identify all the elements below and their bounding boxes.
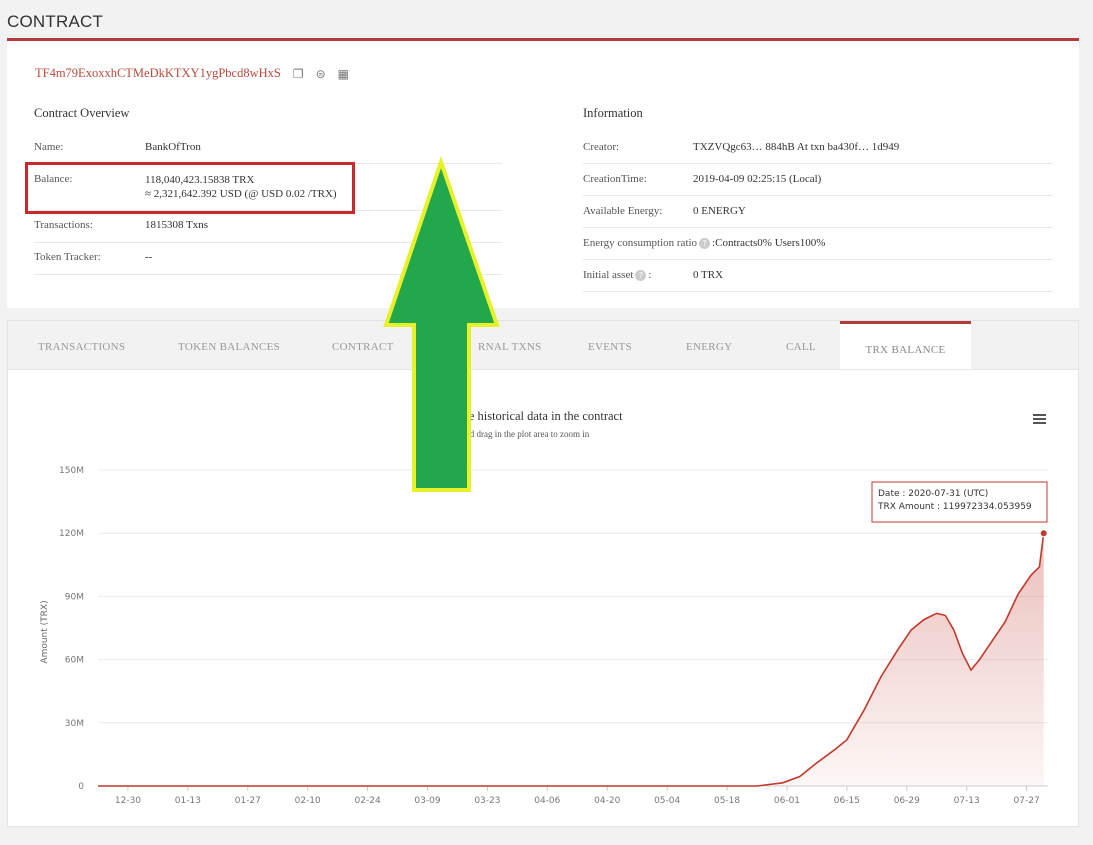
y-tick-label: 150M [59,466,84,476]
balance-chart[interactable]: Amount (TRX) 0 30M 60M 90M 120M 150M 12-30 01-… [0,0,1093,845]
hovered-point[interactable] [1039,529,1048,538]
tooltip-date: Date : 2020-07-31 (UTC) [878,489,988,499]
y-tick-label: 120M [59,529,84,539]
x-tick-label: 02-10 [295,796,321,806]
y-tick-label: 60M [65,656,84,666]
y-tick-label: 30M [65,719,84,729]
x-tick-label: 04-20 [594,796,620,806]
x-axis-ticks: 12-30 01-13 01-27 02-10 02-24 03-09 03-23 04-06… [115,786,1040,806]
x-tick-label: 04-06 [534,796,560,806]
tooltip-amount: TRX Amount : 119972334.053959 [877,502,1032,512]
tooltip: Date : 2020-07-31 (UTC) TRX Amount : 119… [871,481,1048,523]
x-tick-label: 02-24 [355,796,381,806]
x-tick-label: 06-15 [834,796,860,806]
x-tick-label: 05-04 [654,796,680,806]
y-tick-label: 90M [65,592,84,602]
x-tick-label: 12-30 [115,796,141,806]
y-tick-label: 0 [78,782,84,792]
y-axis-label: Amount (TRX) [40,600,50,663]
x-tick-label: 07-13 [954,796,980,806]
y-axis-ticks: 0 30M 60M 90M 120M 150M [59,466,84,792]
x-tick-label: 01-27 [235,796,261,806]
x-tick-label: 01-13 [175,796,201,806]
x-tick-label: 07-27 [1014,796,1040,806]
x-tick-label: 03-09 [414,796,440,806]
x-tick-label: 06-29 [894,796,920,806]
x-tick-label: 03-23 [474,796,500,806]
x-tick-label: 05-18 [714,796,740,806]
x-tick-label: 06-01 [774,796,800,806]
up-arrow-annotation [383,155,500,492]
